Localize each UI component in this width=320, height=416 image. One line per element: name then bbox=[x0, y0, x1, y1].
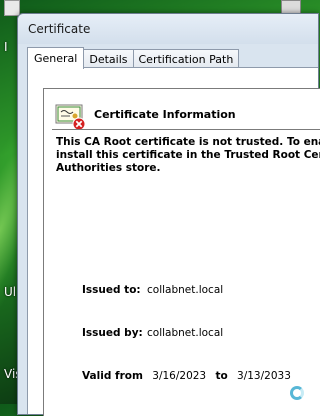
title-bar[interactable]: Certificate bbox=[18, 14, 318, 44]
issued-by-label: Issued by: bbox=[82, 327, 143, 339]
issued-to-value: collabnet.local bbox=[147, 284, 224, 296]
valid-to-label: to bbox=[215, 370, 228, 382]
desktop-label-2[interactable]: Ul bbox=[4, 285, 16, 299]
certificate-dialog: Certificate General Details Certificatio… bbox=[17, 13, 320, 416]
certificate-information-heading: Certificate Information bbox=[94, 108, 236, 121]
heading-divider bbox=[52, 129, 320, 130]
valid-to-value: 3/13/2033 bbox=[237, 370, 291, 382]
issued-to-row: Issued to: collabnet.local bbox=[82, 284, 223, 296]
certificate-information-box: Certificate Information This CA Root cer… bbox=[43, 88, 320, 416]
message-line-2: install this certificate in the Trusted … bbox=[56, 149, 320, 161]
tab-certification-path[interactable]: Certification Path bbox=[132, 49, 240, 69]
valid-from-label: Valid from bbox=[82, 370, 143, 382]
valid-from-value: 3/16/2023 bbox=[152, 370, 207, 382]
message-line-3: Authorities store. bbox=[56, 162, 161, 174]
certificate-untrusted-icon bbox=[55, 104, 86, 131]
desktop-shortcut-icon[interactable] bbox=[4, 0, 20, 16]
tab-details[interactable]: Details bbox=[83, 49, 134, 69]
issued-by-row: Issued by: collabnet.local bbox=[82, 327, 223, 339]
issued-by-value: collabnet.local bbox=[147, 327, 224, 339]
desktop-label-1[interactable]: I bbox=[4, 40, 8, 54]
message-line-1: This CA Root certificate is not trusted.… bbox=[56, 136, 320, 148]
tab-strip: General Details Certification Path bbox=[27, 47, 240, 69]
busy-spinner-icon bbox=[290, 386, 304, 400]
tab-general[interactable]: General bbox=[27, 47, 85, 69]
general-tab-panel: Certificate Information This CA Root cer… bbox=[27, 67, 320, 416]
issued-to-label: Issued to: bbox=[82, 284, 141, 296]
validity-row: Valid from 3/16/2023 to 3/13/2033 bbox=[82, 370, 291, 382]
window-title: Certificate bbox=[28, 22, 91, 36]
trust-warning-message: This CA Root certificate is not trusted.… bbox=[56, 136, 320, 175]
